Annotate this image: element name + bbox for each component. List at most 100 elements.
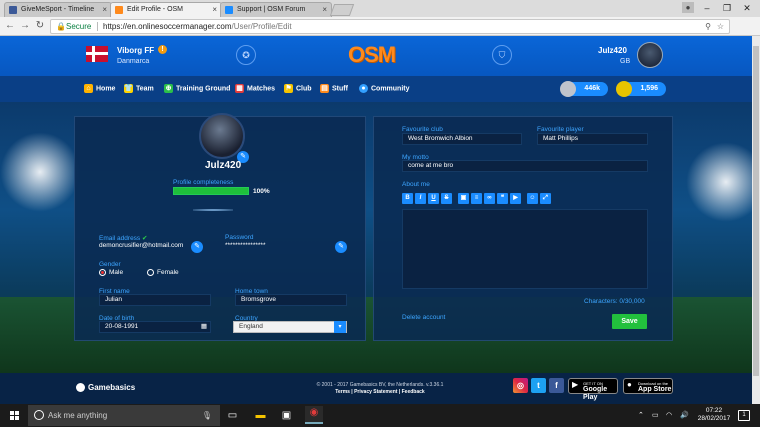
- bold-button[interactable]: B: [402, 193, 413, 204]
- facebook-icon[interactable]: f: [549, 378, 564, 393]
- file-explorer-icon[interactable]: ▬: [254, 409, 267, 422]
- new-tab-button[interactable]: [329, 4, 355, 16]
- store-icon[interactable]: ▣: [280, 409, 293, 422]
- battery-icon[interactable]: ▭: [652, 411, 659, 419]
- volume-icon[interactable]: 🔊: [680, 411, 689, 419]
- nav-matches[interactable]: ▦ Matches: [235, 84, 275, 93]
- user-avatar[interactable]: [637, 42, 663, 68]
- video-icon[interactable]: ▶: [510, 193, 521, 204]
- zoom-icon[interactable]: ⚲: [705, 20, 711, 33]
- nav-training-ground[interactable]: ⊕ Training Ground: [164, 84, 230, 93]
- savings-counter[interactable]: 446k: [560, 81, 608, 97]
- tab-edit-profile[interactable]: Edit Profile - OSM ×: [110, 2, 222, 17]
- country-select[interactable]: England ▾: [233, 321, 347, 333]
- url-text[interactable]: https://en.onlinesoccermanager.com/User/…: [103, 20, 292, 33]
- site-footer: Gamebasics © 2001 - 2017 Gamebasics BV, …: [0, 373, 760, 404]
- favourite-club-input[interactable]: West Bromwich Albion: [402, 133, 522, 145]
- profile-icon[interactable]: ●: [682, 2, 694, 13]
- system-clock[interactable]: 07:22 28/02/2017: [696, 407, 732, 423]
- forward-icon[interactable]: →: [19, 20, 31, 32]
- gender-female-radio[interactable]: [147, 269, 154, 276]
- notifications-icon[interactable]: 1: [738, 410, 750, 421]
- close-tab-icon[interactable]: ×: [212, 3, 217, 16]
- delete-account-link[interactable]: Delete account: [402, 314, 445, 321]
- nav-home[interactable]: ⌂ Home: [84, 84, 115, 93]
- motto-input[interactable]: come at me bro: [402, 160, 648, 172]
- wifi-icon[interactable]: ◠: [666, 411, 672, 419]
- floodlight-right: [686, 142, 760, 222]
- quote-icon[interactable]: ❝: [497, 193, 508, 204]
- savings-coin-icon: [560, 81, 576, 97]
- edit-email-icon[interactable]: ✎: [191, 241, 203, 253]
- gender-male-label[interactable]: Male: [109, 269, 123, 276]
- image-icon[interactable]: ▣: [458, 193, 469, 204]
- instagram-icon[interactable]: ◎: [513, 378, 528, 393]
- tab-title: GiveMeSport - Timeline: [21, 6, 95, 13]
- chrome-icon[interactable]: ◉: [305, 406, 323, 424]
- favourite-player-input[interactable]: Matt Phillips: [537, 133, 648, 145]
- bosscoins-counter[interactable]: 1,596: [616, 81, 666, 97]
- bosscoin-icon: [616, 81, 632, 97]
- link-icon[interactable]: ∞: [484, 193, 495, 204]
- profile-panel: ✎ Julz420 Profile completeness 100% Emai…: [74, 113, 366, 341]
- strike-button[interactable]: S: [441, 193, 452, 204]
- show-hidden-icons-icon[interactable]: ⌃: [638, 411, 644, 419]
- nav-club[interactable]: ⚑ Club: [284, 84, 312, 93]
- play-icon: ▶: [572, 380, 579, 389]
- about-me-label: About me: [402, 181, 430, 188]
- underline-button[interactable]: U: [428, 193, 439, 204]
- edit-password-icon[interactable]: ✎: [335, 241, 347, 253]
- fullscreen-icon[interactable]: ⤢: [540, 193, 551, 204]
- footer-links[interactable]: Terms | Privacy Statement | Feedback: [300, 389, 460, 396]
- address-bar-row: ← → ↻ 🔒 Secure https://en.onlinesoccerma…: [0, 17, 760, 48]
- shield-icon[interactable]: ⛉: [492, 45, 512, 65]
- chevron-down-icon[interactable]: ▾: [334, 321, 346, 333]
- close-tab-icon[interactable]: ×: [322, 3, 327, 16]
- align-icon[interactable]: ≡: [471, 193, 482, 204]
- warning-icon[interactable]: !: [158, 45, 167, 54]
- scrollbar-thumb[interactable]: [753, 46, 759, 376]
- windows-start-icon[interactable]: [10, 411, 19, 420]
- about-me-editor[interactable]: [402, 209, 648, 289]
- matches-icon: ▦: [235, 84, 244, 93]
- omnibox-separator: [97, 22, 98, 31]
- minimize-icon[interactable]: –: [696, 0, 718, 17]
- microphone-icon[interactable]: 🎙: [202, 405, 212, 426]
- nav-team[interactable]: 👕 Team: [124, 84, 154, 93]
- close-tab-icon[interactable]: ×: [102, 3, 107, 16]
- emoji-icon[interactable]: ☺: [527, 193, 538, 204]
- tab-support-forum[interactable]: Support | OSM Forum ×: [220, 2, 332, 17]
- google-play-badge[interactable]: ▶ GET IT ON Google Play: [568, 378, 618, 401]
- restore-icon[interactable]: ❐: [716, 0, 738, 17]
- calendar-icon[interactable]: ▦: [201, 322, 207, 332]
- tab-title: Support | OSM Forum: [237, 6, 306, 13]
- twitter-icon[interactable]: t: [531, 378, 546, 393]
- italic-button[interactable]: I: [415, 193, 426, 204]
- first-name-input[interactable]: Julian: [99, 294, 211, 306]
- email-value: demoncrusifier@hotmail.com: [99, 242, 184, 249]
- username[interactable]: Julz420: [598, 46, 627, 55]
- club-crest-icon[interactable]: ✪: [236, 45, 256, 65]
- denmark-flag-icon: [86, 46, 108, 62]
- save-button[interactable]: Save: [612, 314, 647, 329]
- section-divider: [193, 209, 233, 211]
- gender-male-radio[interactable]: [99, 269, 106, 276]
- page-scrollbar[interactable]: [752, 36, 760, 404]
- gender-female-label[interactable]: Female: [157, 269, 179, 276]
- home-town-input[interactable]: Bromsgrove: [235, 294, 347, 306]
- osm-logo[interactable]: OSM: [348, 42, 396, 68]
- back-icon[interactable]: ←: [4, 20, 16, 32]
- gamebasics-logo[interactable]: Gamebasics: [76, 383, 135, 393]
- reload-icon[interactable]: ↻: [34, 20, 46, 32]
- app-store-badge[interactable]: ● Download on the App Store: [623, 378, 673, 394]
- tab-givemesport[interactable]: GiveMeSport - Timeline ×: [4, 2, 112, 17]
- nav-stuff[interactable]: ▤ Stuff: [320, 84, 348, 93]
- close-window-icon[interactable]: ✕: [736, 0, 758, 17]
- nav-community[interactable]: ● Community: [359, 84, 410, 93]
- dob-input[interactable]: 20-08-1991 ▦: [99, 321, 211, 333]
- bookmark-star-icon[interactable]: ☆: [717, 20, 724, 33]
- omnibox[interactable]: 🔒 Secure https://en.onlinesoccermanager.…: [50, 19, 730, 34]
- cortana-search-input[interactable]: Ask me anything 🎙: [28, 405, 220, 426]
- club-name[interactable]: Viborg FF: [117, 46, 154, 55]
- task-view-icon[interactable]: ▭: [226, 409, 239, 422]
